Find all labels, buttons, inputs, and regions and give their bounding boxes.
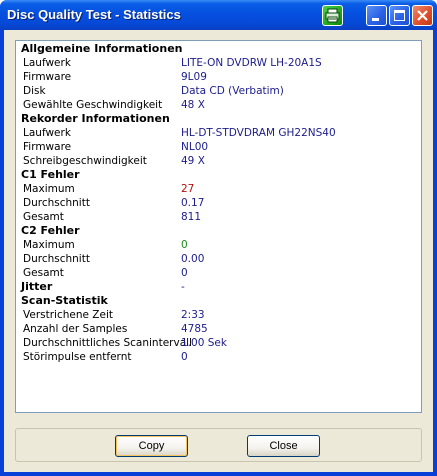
stat-label: Laufwerk (23, 57, 71, 69)
section-header: Allgemeine Informationen (21, 42, 183, 55)
maximize-button[interactable] (389, 5, 410, 26)
stat-label: Verstrichene Zeit (23, 309, 113, 321)
stat-value: 0 (181, 239, 188, 251)
stat-label: Gesamt (23, 267, 64, 279)
stat-label: Gewählte Geschwindigkeit (23, 99, 163, 111)
stat-value: 2:33 (181, 309, 205, 321)
stat-label: Disk (23, 85, 46, 97)
stat-value: HL-DT-STDVDRAM GH22NS40 (181, 127, 336, 139)
stat-label: Durchschnitt (23, 197, 90, 209)
copy-button[interactable]: Copy (115, 435, 188, 457)
close-button[interactable]: Close (247, 435, 320, 457)
dialog-window: Disc Quality Test - Statistics Allgemein… (0, 0, 437, 476)
section-header: Rekorder Informationen (21, 112, 170, 125)
close-window-button[interactable] (412, 5, 433, 26)
maximize-icon (394, 10, 405, 21)
stat-label: Anzahl der Samples (23, 323, 128, 335)
section-header: Jitter (21, 280, 53, 293)
stat-value: 0 (181, 267, 188, 279)
stat-label: Durchschnittliches Scanintervall (23, 337, 192, 349)
section-header: C2 Fehler (21, 224, 80, 237)
stat-value: 0 (181, 351, 188, 363)
close-icon (417, 10, 428, 21)
stat-label: Gesamt (23, 211, 64, 223)
section-header: Scan-Statistik (21, 294, 108, 307)
stat-value: NL00 (181, 141, 209, 153)
stat-label: Firmware (23, 141, 72, 153)
stat-value: 0.17 (181, 197, 205, 209)
minimize-button[interactable] (366, 5, 387, 26)
stat-label: Schreibgeschwindigkeit (23, 155, 147, 167)
stat-value: 27 (181, 183, 195, 195)
title-bar[interactable]: Disc Quality Test - Statistics (0, 0, 437, 30)
stat-label: Maximum (23, 183, 75, 195)
stat-value: 4785 (181, 323, 208, 335)
window-title: Disc Quality Test - Statistics (7, 7, 181, 22)
stat-label: Firmware (23, 71, 72, 83)
dialog-client-area: Allgemeine Informationen Laufwerk LITE-O… (4, 30, 433, 472)
stat-value: Data CD (Verbatim) (181, 85, 284, 97)
stat-value: 49 X (181, 155, 205, 167)
stat-label: Störimpulse entfernt (23, 351, 132, 363)
button-panel: Copy Close (15, 428, 422, 462)
stat-value: - (181, 281, 185, 293)
stat-value: LITE-ON DVDRW LH-20A1S (181, 57, 322, 69)
stat-label: Maximum (23, 239, 75, 251)
printer-icon (325, 8, 340, 23)
stat-value: 0.00 (181, 253, 205, 265)
statistics-panel: Allgemeine Informationen Laufwerk LITE-O… (15, 40, 422, 413)
print-button[interactable] (322, 5, 343, 26)
minimize-icon (372, 18, 379, 21)
stat-value: 9L09 (181, 71, 207, 83)
stat-value: 811 (181, 211, 202, 223)
section-header: C1 Fehler (21, 168, 80, 181)
stat-label: Laufwerk (23, 127, 71, 139)
stat-value: 1.00 Sek (181, 337, 227, 349)
stat-value: 48 X (181, 99, 205, 111)
stat-label: Durchschnitt (23, 253, 90, 265)
